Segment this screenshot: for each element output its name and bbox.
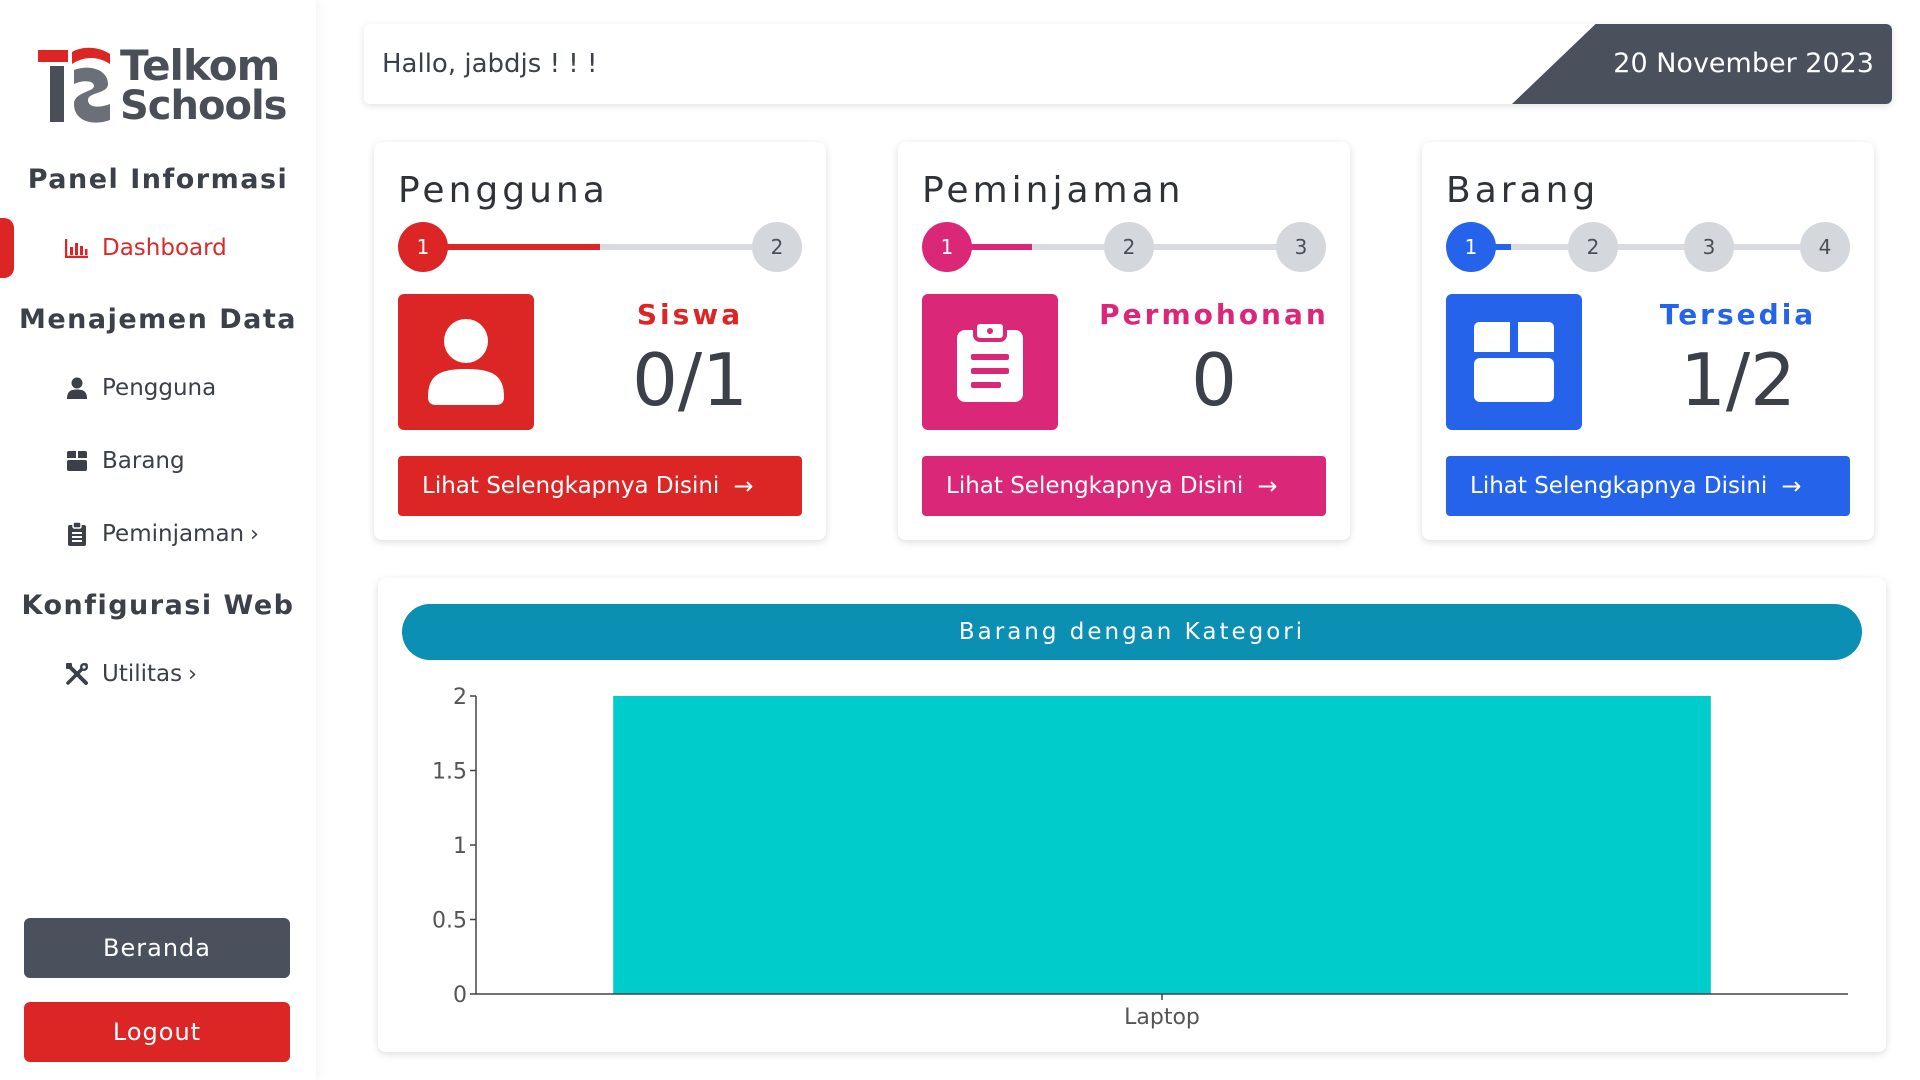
chart-card: Barang dengan Kategori 0 0.5 1 1.5 2 Laptop — [378, 578, 1886, 1052]
section-heading-panel-informasi: Panel Informasi — [27, 164, 289, 195]
card-title: Peminjaman — [922, 170, 1185, 211]
sidebar-item-label: Utilitas — [102, 661, 183, 687]
step-2[interactable]: 2 — [752, 222, 802, 272]
logo-line-1: Telkom — [120, 41, 280, 90]
button-label: Lihat Selengkapnya Disini — [946, 473, 1244, 499]
stat-icon-box — [922, 294, 1058, 430]
card-title: Barang — [1446, 170, 1600, 211]
sidebar-item-label: Dashboard — [102, 235, 227, 261]
arrow-right-icon: → — [1781, 472, 1802, 500]
step-2[interactable]: 2 — [1104, 222, 1154, 272]
sidebar-item-pengguna[interactable]: Pengguna — [64, 368, 216, 408]
logout-button[interactable]: Logout — [24, 1002, 290, 1062]
stat-value: 0 — [1191, 338, 1237, 422]
button-label: Lihat Selengkapnya Disini — [422, 473, 720, 499]
sidebar-item-label: Pengguna — [102, 375, 217, 401]
card-peminjaman: Peminjaman 1 2 3 Permohonan 0 Lihat Sele… — [898, 142, 1350, 540]
chart-bar-icon — [64, 235, 90, 261]
step-1[interactable]: 1 — [1446, 222, 1496, 272]
stat-label: Permohonan — [1099, 298, 1329, 331]
stepper: 1 2 3 — [922, 222, 1326, 272]
chevron-right-icon: › — [250, 521, 259, 547]
beranda-button[interactable]: Beranda — [24, 918, 290, 978]
button-label: Lihat Selengkapnya Disini — [1470, 473, 1768, 499]
sidebar-item-utilitas[interactable]: Utilitas › — [64, 654, 197, 694]
stat-icon-box — [398, 294, 534, 430]
top-bar: Hallo, jabdjs ! ! ! 20 November 2023 — [364, 24, 1892, 104]
logo-mark-icon — [38, 47, 110, 123]
y-tick-label: 0 — [453, 983, 467, 1008]
section-heading-konfigurasi-web: Konfigurasi Web — [21, 590, 295, 621]
stat-value: 0/1 — [632, 338, 748, 422]
step-1[interactable]: 1 — [398, 222, 448, 272]
x-tick-label: Laptop — [1124, 1005, 1200, 1030]
clipboard-icon — [957, 320, 1023, 402]
step-progress — [423, 244, 600, 250]
active-indicator — [0, 218, 14, 278]
sidebar-item-barang[interactable]: Barang — [64, 441, 185, 481]
stat-label: Tersedia — [1659, 298, 1817, 331]
section-heading-menajemen-data: Menajemen Data — [18, 304, 297, 335]
y-tick-label: 0.5 — [432, 909, 467, 934]
chart-bar — [613, 696, 1711, 994]
stepper: 1 2 — [398, 222, 802, 272]
user-icon — [428, 319, 504, 405]
arrow-right-icon: → — [733, 472, 754, 500]
y-tick-label: 2 — [453, 685, 467, 710]
box-icon — [64, 448, 90, 474]
lihat-selengkapnya-button[interactable]: Lihat Selengkapnya Disini → — [398, 456, 802, 516]
arrow-right-icon: → — [1257, 472, 1278, 500]
stat-icon-box — [1446, 294, 1582, 430]
card-title: Pengguna — [398, 170, 609, 211]
logo-text: Telkom Schools — [120, 41, 287, 129]
stat-value: 1/2 — [1680, 338, 1796, 422]
card-pengguna: Pengguna 1 2 Siswa 0/1 Lihat Selengkapny… — [374, 142, 826, 540]
sidebar-item-label: Barang — [102, 448, 185, 474]
telkom-schools-logo[interactable]: Telkom Schools — [38, 45, 287, 126]
chevron-right-icon: › — [188, 661, 197, 687]
sidebar-item-peminjaman[interactable]: Peminjaman › — [64, 514, 259, 554]
bar-chart: 0 0.5 1 1.5 2 Laptop — [432, 685, 1848, 1030]
step-3[interactable]: 3 — [1276, 222, 1326, 272]
step-2[interactable]: 2 — [1568, 222, 1618, 272]
sidebar-item-label: Peminjaman — [102, 521, 245, 547]
current-date: 20 November 2023 — [1613, 48, 1874, 79]
card-barang: Barang 1 2 3 4 Tersedia 1/2 Lihat Seleng… — [1422, 142, 1874, 540]
clipboard-icon — [64, 521, 90, 547]
stepper: 1 2 3 4 — [1446, 222, 1850, 272]
sidebar-item-dashboard[interactable]: Dashboard — [64, 228, 227, 268]
y-tick-label: 1 — [453, 834, 467, 859]
lihat-selengkapnya-button[interactable]: Lihat Selengkapnya Disini → — [922, 456, 1326, 516]
stat-label: Siswa — [636, 298, 744, 331]
tools-icon — [64, 661, 90, 687]
user-icon — [64, 375, 90, 401]
logo-line-2: Schools — [120, 83, 287, 129]
step-4[interactable]: 4 — [1800, 222, 1850, 272]
box-icon — [1474, 322, 1554, 402]
lihat-selengkapnya-button[interactable]: Lihat Selengkapnya Disini → — [1446, 456, 1850, 516]
greeting-text: Hallo, jabdjs ! ! ! — [382, 49, 598, 79]
step-3[interactable]: 3 — [1684, 222, 1734, 272]
date-box: 20 November 2023 — [1512, 24, 1892, 104]
step-track — [1471, 244, 1825, 250]
sidebar: Telkom Schools Panel Informasi Dashboard… — [0, 0, 316, 1080]
y-tick-label: 1.5 — [432, 760, 467, 785]
step-1[interactable]: 1 — [922, 222, 972, 272]
